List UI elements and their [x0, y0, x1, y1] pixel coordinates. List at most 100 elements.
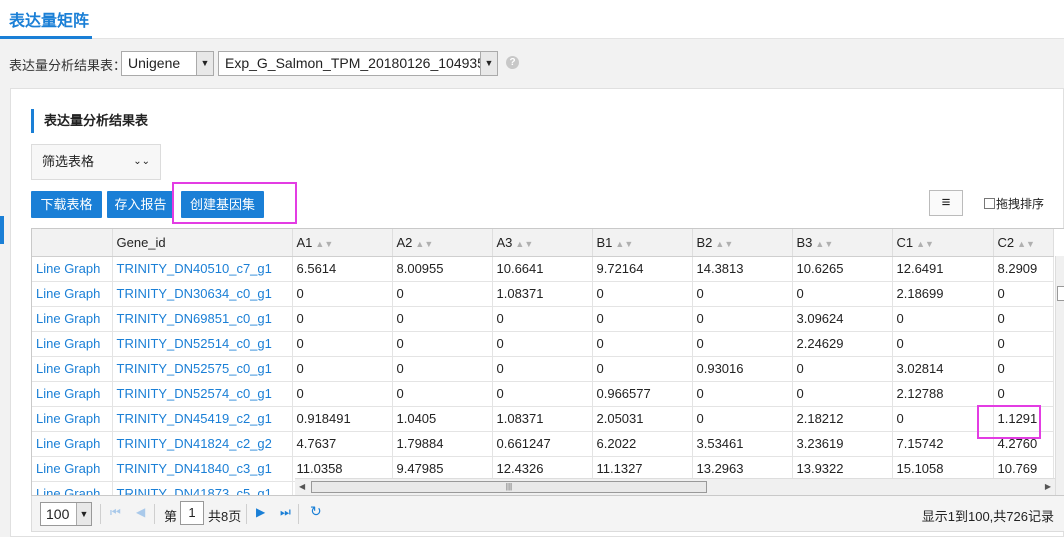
column-header[interactable]: C2 ▲▼ [993, 229, 1054, 257]
side-tab-marker[interactable] [0, 216, 4, 244]
column-header[interactable]: Gene_id [112, 229, 293, 257]
sort-icon[interactable]: ▲▼ [315, 239, 333, 249]
gene-id-link[interactable]: TRINITY_DN52514_c0_g1 [112, 331, 293, 357]
drag-sort-toggle[interactable]: 拖拽排序 [984, 195, 1044, 212]
scroll-right-icon[interactable]: ▶ [1045, 482, 1051, 491]
scroll-left-icon[interactable]: ◀ [299, 482, 305, 491]
table-cell: 0 [993, 331, 1054, 357]
table-cell: 0 [492, 331, 593, 357]
download-table-button[interactable]: 下载表格 [31, 191, 102, 218]
help-icon[interactable]: ? [506, 56, 519, 69]
prev-page-icon[interactable]: ◀ [136, 505, 145, 519]
column-header[interactable]: A2 ▲▼ [392, 229, 493, 257]
table-cell: 0 [792, 356, 893, 382]
column-header[interactable]: A3 ▲▼ [492, 229, 593, 257]
gene-id-link[interactable]: TRINITY_DN41840_c3_g1 [112, 456, 293, 482]
table-row: Line Graph TRINITY_DN52575_c0_g1 0 0 0 0 0.930… [32, 356, 1054, 382]
table-row: Line Graph TRINITY_DN30634_c0_g1 0 0 1.08371… [32, 281, 1054, 307]
line-graph-link[interactable]: Line Graph [32, 306, 113, 332]
result-panel: 表达量分析结果表 筛选表格 ⌄⌄ 下载表格 存入报告 创建基因集 ≡ 拖拽排序 … [10, 88, 1064, 537]
table-cell: 3.02814 [892, 356, 994, 382]
sort-icon[interactable]: ▲▼ [715, 239, 733, 249]
gene-id-link[interactable]: TRINITY_DN52575_c0_g1 [112, 356, 293, 382]
column-header[interactable]: B1 ▲▼ [592, 229, 693, 257]
save-report-button[interactable]: 存入报告 [107, 191, 174, 218]
last-page-icon[interactable]: ⏭ [280, 505, 291, 520]
line-graph-link[interactable]: Line Graph [32, 281, 113, 307]
gene-id-link[interactable]: TRINITY_DN52574_c0_g1 [112, 381, 293, 407]
divider [298, 504, 299, 524]
table-cell: 0 [892, 331, 994, 357]
table-cell: 0 [592, 331, 693, 357]
highlight-box [977, 405, 1041, 439]
sort-icon[interactable]: ▲▼ [415, 239, 433, 249]
line-graph-link[interactable]: Line Graph [32, 406, 113, 432]
refresh-icon[interactable]: ↻ [310, 503, 322, 520]
table-cell: 0 [692, 281, 793, 307]
table-body: Line Graph TRINITY_DN40510_c7_g1 6.5614 8.0… [32, 256, 1054, 495]
column-header[interactable]: B2 ▲▼ [692, 229, 793, 257]
file-select-value: Exp_G_Salmon_TPM_20180126_104935 [225, 55, 485, 71]
table-cell: 0 [592, 306, 693, 332]
line-graph-link[interactable]: Line Graph [32, 256, 113, 282]
chevron-down-icon[interactable]: ▼ [76, 503, 91, 525]
page-title: 表达量矩阵 [9, 13, 90, 30]
gene-id-link[interactable]: TRINITY_DN45419_c2_g1 [112, 406, 293, 432]
table-cell: 4.7637 [292, 431, 393, 457]
sort-icon[interactable]: ▲▼ [615, 239, 633, 249]
table-row: Line Graph TRINITY_DN41824_c2_g2 4.7637 1.7… [32, 431, 1054, 457]
gene-id-link[interactable]: TRINITY_DN40510_c7_g1 [112, 256, 293, 282]
column-header-label: Gene_id [116, 234, 166, 250]
divider [154, 504, 155, 524]
line-graph-link[interactable]: Line Graph [32, 481, 113, 495]
column-header[interactable]: A1 ▲▼ [292, 229, 393, 257]
column-header-label: B2 [696, 234, 713, 250]
chevron-down-icon[interactable]: ▼ [480, 52, 497, 75]
menu-icon[interactable]: ≡ [929, 190, 963, 216]
line-graph-link[interactable]: Line Graph [32, 456, 113, 482]
sort-icon[interactable]: ▲▼ [815, 239, 833, 249]
line-graph-link[interactable]: Line Graph [32, 381, 113, 407]
line-graph-link[interactable]: Line Graph [32, 331, 113, 357]
column-header-label: B1 [596, 234, 613, 250]
gene-id-link[interactable]: TRINITY_DN41824_c2_g2 [112, 431, 293, 457]
page-size-select[interactable]: 100 ▼ [40, 502, 92, 526]
column-header[interactable]: B3 ▲▼ [792, 229, 893, 257]
table-cell: 12.6491 [892, 256, 994, 282]
filter-table-toggle[interactable]: 筛选表格 ⌄⌄ [31, 144, 161, 180]
table-cell: 0.93016 [692, 356, 793, 382]
table-cell: 0 [392, 331, 493, 357]
vertical-scrollbar[interactable] [1055, 256, 1064, 495]
table-cell: 0 [993, 306, 1054, 332]
scrollbar-thumb[interactable] [1057, 286, 1064, 301]
table-cell: 2.18699 [892, 281, 994, 307]
table-cell: 0 [692, 381, 793, 407]
gene-id-link[interactable]: TRINITY_DN69851_c0_g1 [112, 306, 293, 332]
gene-id-link[interactable]: TRINITY_DN30634_c0_g1 [112, 281, 293, 307]
column-header[interactable]: C1 ▲▼ [892, 229, 994, 257]
sort-icon[interactable]: ▲▼ [1017, 239, 1035, 249]
divider [100, 504, 101, 524]
column-header-label: A2 [396, 234, 413, 250]
column-header-label: A1 [296, 234, 313, 250]
first-page-icon[interactable]: ⏮ [110, 505, 121, 520]
file-select[interactable]: Exp_G_Salmon_TPM_20180126_104935 ▼ [218, 51, 498, 76]
column-header[interactable] [32, 229, 113, 257]
page-number-input[interactable]: 1 [180, 501, 204, 525]
filter-table-label: 筛选表格 [42, 154, 95, 169]
sort-icon[interactable]: ▲▼ [916, 239, 934, 249]
scrollbar-thumb[interactable]: ||| [311, 481, 707, 493]
drag-sort-checkbox[interactable] [984, 198, 995, 209]
gene-id-link[interactable]: TRINITY_DN41873_c5_g1 [112, 481, 293, 495]
next-page-icon[interactable]: ▶ [256, 505, 265, 519]
horizontal-scrollbar[interactable]: ◀ ||| ▶ [295, 478, 1055, 495]
line-graph-link[interactable]: Line Graph [32, 431, 113, 457]
chevron-down-icon[interactable]: ▼ [196, 52, 213, 75]
table-cell: 0 [792, 281, 893, 307]
pagination-bar: 100 ▼ ⏮ ◀ 第 1 共8页 ▶ ⏭ ↻ 显示1到100,共726记录 [31, 496, 1064, 532]
line-graph-link[interactable]: Line Graph [32, 356, 113, 382]
sort-icon[interactable]: ▲▼ [515, 239, 533, 249]
type-select[interactable]: Unigene ▼ [121, 51, 214, 76]
divider [246, 504, 247, 524]
table-cell: 0.918491 [292, 406, 393, 432]
